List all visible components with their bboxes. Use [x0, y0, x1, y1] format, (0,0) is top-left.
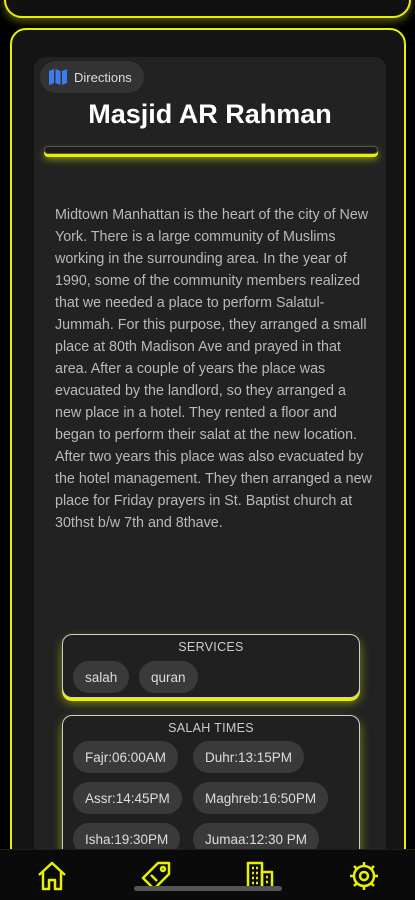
salah-time-duhr[interactable]: Duhr:13:15PM [193, 741, 305, 773]
directions-button[interactable]: Directions [40, 61, 144, 93]
settings-icon [350, 862, 378, 890]
nav-home[interactable] [34, 858, 70, 894]
title-divider [44, 146, 378, 154]
masjid-details-panel: Directions Masjid AR Rahman Midtown Manh… [34, 57, 386, 900]
masjid-card: Directions Masjid AR Rahman Midtown Manh… [10, 28, 406, 900]
home-indicator [134, 886, 282, 891]
salah-time-fajr[interactable]: Fajr:06:00AM [73, 741, 179, 773]
salah-times-title: SALAH TIMES [168, 721, 254, 735]
nav-settings[interactable] [346, 858, 382, 894]
map-icon [49, 69, 67, 85]
previous-card [4, 0, 411, 18]
salah-time-assr[interactable]: Assr:14:45PM [73, 782, 182, 814]
salah-time-maghreb[interactable]: Maghreb:16:50PM [193, 782, 329, 814]
services-section: SERVICES salah quran [62, 634, 360, 698]
directions-label: Directions [74, 69, 132, 85]
service-chip-salah[interactable]: salah [73, 661, 130, 693]
bottom-navigation [0, 849, 415, 900]
home-icon [38, 861, 66, 891]
masjid-name: Masjid AR Rahman [88, 99, 332, 129]
masjid-description: Midtown Manhattan is the heart of the ci… [55, 207, 372, 531]
services-title: SERVICES [178, 640, 244, 654]
service-chip-quran[interactable]: quran [139, 661, 198, 693]
